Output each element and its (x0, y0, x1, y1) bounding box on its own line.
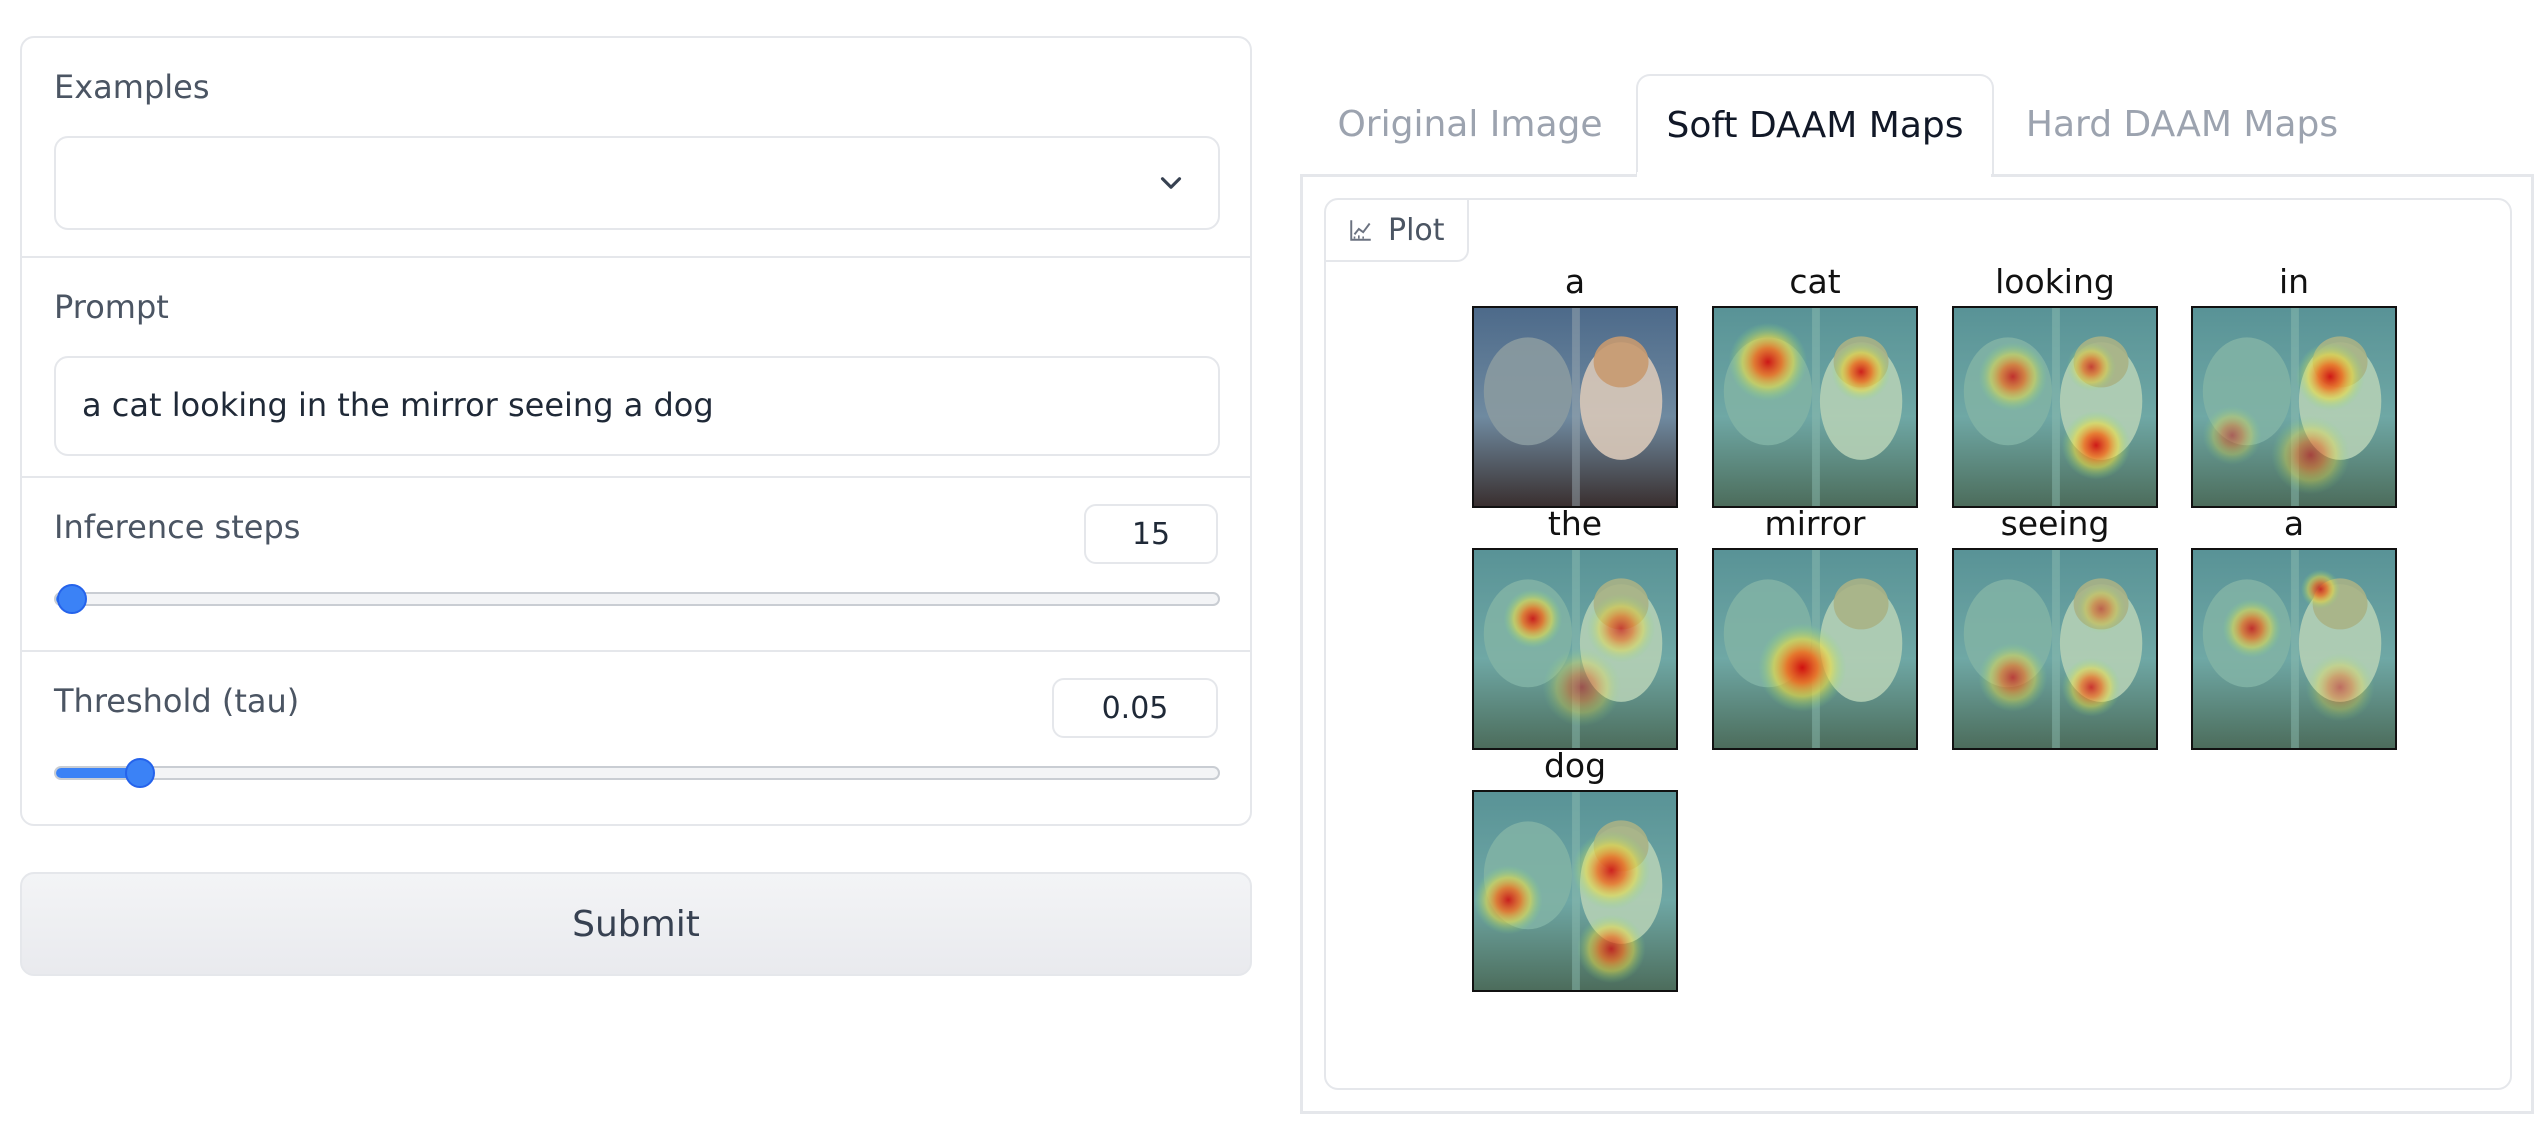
daam-map-title: mirror (1764, 504, 1866, 543)
submit-button[interactable]: Submit (20, 872, 1252, 976)
daam-heatmap-image (2191, 548, 2397, 750)
daam-map-title: in (2278, 262, 2310, 301)
plot-badge-label: Plot (1388, 212, 1445, 248)
input-form-card: Examples Prompt a cat looking in the mir… (20, 36, 1252, 826)
daam-map-title: looking (1995, 262, 2115, 301)
threshold-slider[interactable] (54, 758, 1220, 788)
threshold-label: Threshold (tau) (54, 682, 300, 720)
tab-hard-daam-maps[interactable]: Hard DAAM Maps (2000, 74, 2364, 174)
daam-map-title: dog (1543, 746, 1607, 785)
inference-steps-slider[interactable] (54, 584, 1220, 614)
inference-steps-section: Inference steps 15 (22, 476, 1250, 650)
daam-heatmap-image (1472, 790, 1678, 992)
chevron-down-icon (1160, 177, 1182, 189)
tab-panel-joiner (1637, 172, 1991, 178)
plot-badge: Plot (1326, 200, 1469, 262)
daam-heatmap-image (1952, 306, 2158, 508)
daam-heatmap-image (1712, 306, 1918, 508)
daam-map-title: cat (1789, 262, 1841, 301)
threshold-section: Threshold (tau) 0.05 (22, 650, 1250, 824)
prompt-input[interactable]: a cat looking in the mirror seeing a dog (54, 356, 1220, 456)
inference-steps-label: Inference steps (54, 508, 301, 546)
daam-heatmap-image (1952, 548, 2158, 750)
daam-map-title: the (1547, 504, 1603, 543)
threshold-slider-thumb[interactable] (124, 758, 155, 788)
inference-steps-slider-thumb[interactable] (57, 584, 87, 614)
examples-dropdown[interactable] (54, 136, 1220, 230)
examples-label: Examples (54, 68, 210, 106)
daam-map-title: a (2283, 504, 2305, 543)
daam-heatmap-image (1472, 548, 1678, 750)
threshold-number-input[interactable]: 0.05 (1052, 678, 1218, 738)
chart-icon (1350, 220, 1371, 241)
daam-map-title: seeing (2000, 504, 2110, 543)
prompt-section: Prompt a cat looking in the mirror seein… (22, 256, 1250, 476)
tab-soft-daam-maps[interactable]: Soft DAAM Maps (1636, 74, 1994, 174)
inference-steps-number-input[interactable]: 15 (1084, 504, 1218, 564)
prompt-label: Prompt (54, 288, 169, 326)
daam-heatmap-image (1472, 306, 1678, 508)
daam-heatmap-image (1712, 548, 1918, 750)
examples-section: Examples (22, 38, 1250, 256)
prompt-input-value: a cat looking in the mirror seeing a dog (82, 386, 714, 424)
tab-original-image[interactable]: Original Image (1310, 74, 1630, 174)
daam-map-title: a (1564, 262, 1586, 301)
daam-heatmap-image (2191, 306, 2397, 508)
